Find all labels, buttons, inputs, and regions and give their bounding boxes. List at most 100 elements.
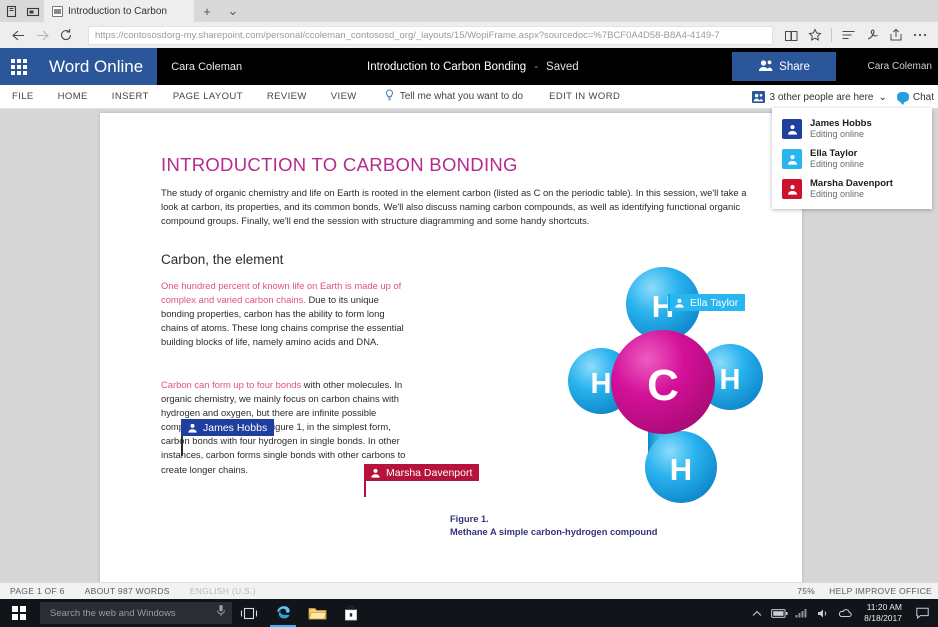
search-input[interactable]: Search the web and Windows: [40, 602, 232, 624]
people-panel-row[interactable]: Ella Taylor Editing online: [772, 144, 932, 174]
people-here-dropdown[interactable]: 3 other people are here ⌄: [751, 91, 887, 103]
search-placeholder: Search the web and Windows: [50, 607, 176, 619]
taskbar-clock[interactable]: 11:20 AM 8/18/2017: [856, 602, 910, 624]
task-view-icon[interactable]: [232, 599, 266, 627]
collaborator-avatar-icon: [370, 468, 381, 478]
figure-caption: Figure 1. Methane A simple carbon-hydrog…: [450, 513, 657, 539]
tell-me-label: Tell me what you want to do: [399, 91, 524, 102]
star-icon[interactable]: [803, 23, 827, 47]
ribbon-bar: FILE HOME INSERT PAGE LAYOUT REVIEW VIEW…: [0, 85, 938, 109]
edge-browser-icon[interactable]: [266, 599, 300, 627]
more-ellipsis-icon[interactable]: [908, 23, 932, 47]
microphone-icon[interactable]: [216, 604, 226, 622]
status-word-count[interactable]: ABOUT 987 WORDS: [75, 586, 180, 596]
person-name: Marsha Davenport: [810, 177, 893, 189]
status-zoom-level[interactable]: 75%: [797, 586, 815, 596]
title-separator: -: [534, 60, 539, 73]
back-arrow-icon[interactable]: [6, 23, 30, 47]
person-avatar-icon: [782, 179, 802, 199]
windows-taskbar: Search the web and Windows 11:20 AM 8/18…: [0, 599, 938, 627]
ribbon-tab-review[interactable]: REVIEW: [255, 85, 319, 109]
app-launcher-waffle-icon[interactable]: [0, 48, 37, 85]
action-center-icon[interactable]: [910, 599, 934, 627]
ribbon-tab-file[interactable]: FILE: [0, 85, 46, 109]
document-page[interactable]: INTRODUCTION TO CARBON BONDING The study…: [100, 113, 802, 582]
collaborator-tag: James Hobbs: [183, 419, 275, 436]
header-account-name-right[interactable]: Cara Coleman: [868, 48, 932, 85]
person-avatar-icon: [782, 149, 802, 169]
header-account-name[interactable]: Cara Coleman: [157, 61, 242, 73]
svg-text:H: H: [591, 368, 612, 400]
tab-dropdown-chevron-icon[interactable]: ⌄: [220, 0, 246, 22]
word-online-header: Word Online Cara Coleman Introduction to…: [0, 48, 938, 85]
tab-favicon-icon: [52, 5, 63, 17]
paragraph-3-highlight: Carbon can form up to four bonds: [161, 379, 302, 390]
collaborator-avatar-icon: [187, 423, 198, 433]
status-bar-right: 75% HELP IMPROVE OFFICE: [797, 586, 932, 596]
document-subheading: Carbon, the element: [161, 252, 284, 267]
new-tab-button[interactable]: +: [194, 0, 220, 22]
ribbon-tab-home[interactable]: HOME: [46, 85, 100, 109]
tabs-you-set-aside-icon[interactable]: [22, 0, 44, 22]
svg-text:H: H: [720, 364, 741, 396]
reading-view-icon[interactable]: [779, 23, 803, 47]
web-note-pen-icon[interactable]: [860, 23, 884, 47]
network-icon[interactable]: [790, 599, 812, 627]
show-hidden-icons-chevron[interactable]: [746, 599, 768, 627]
chat-bubble-icon: [896, 92, 909, 105]
chat-button[interactable]: Chat: [896, 91, 934, 105]
collaborator-cursor-ella-taylor: Ella Taylor: [668, 294, 746, 311]
person-name: Ella Taylor: [810, 147, 858, 159]
share-icon[interactable]: [884, 23, 908, 47]
word-status-bar: PAGE 1 OF 6 ABOUT 987 WORDS ENGLISH (U.S…: [0, 582, 938, 599]
store-icon[interactable]: [334, 599, 368, 627]
windows-start-icon[interactable]: [0, 599, 38, 627]
onedrive-sync-icon[interactable]: [834, 599, 856, 627]
ribbon-tab-page-layout[interactable]: PAGE LAYOUT: [161, 85, 255, 109]
edit-in-word-button[interactable]: EDIT IN WORD: [535, 91, 634, 102]
people-panel-row[interactable]: James Hobbs Editing online: [772, 114, 932, 144]
toolbar-divider: [831, 28, 832, 42]
person-status: Editing online: [810, 159, 865, 170]
share-button[interactable]: Share: [732, 52, 836, 81]
collaborator-cursor-marsha-davenport: Marsha Davenport: [364, 464, 480, 497]
person-status: Editing online: [810, 189, 865, 200]
status-language[interactable]: ENGLISH (U.S.): [180, 586, 266, 596]
collaborator-cursor-james-hobbs: James Hobbs: [181, 419, 275, 456]
share-person-icon: [758, 59, 773, 75]
figure-description: Methane A simple carbon-hydrogen compoun…: [450, 527, 658, 537]
people-panel-row[interactable]: Marsha Davenport Editing online: [772, 174, 932, 204]
tell-me-search[interactable]: Tell me what you want to do: [369, 89, 535, 104]
figure-number: Figure 1.: [450, 514, 489, 524]
ribbon-right-actions: 3 other people are here ⌄ Chat: [751, 85, 934, 109]
hub-icon[interactable]: [836, 23, 860, 47]
address-bar[interactable]: https://contososdorg-my.sharepoint.com/p…: [88, 25, 773, 45]
system-tray: 11:20 AM 8/18/2017: [746, 599, 938, 627]
person-avatar-icon: [782, 119, 802, 139]
file-explorer-icon[interactable]: [300, 599, 334, 627]
collaborator-name: Marsha Davenport: [386, 466, 473, 479]
document-paragraph-2: One hundred percent of known life on Ear…: [161, 279, 414, 349]
status-help-improve-office[interactable]: HELP IMPROVE OFFICE: [829, 586, 932, 596]
collaborator-caret-line: [364, 481, 366, 497]
browser-toolbar-actions: [779, 23, 932, 47]
svg-text:C: C: [647, 361, 679, 410]
collaborator-name: James Hobbs: [203, 421, 268, 434]
chat-label: Chat: [912, 91, 934, 103]
browser-tab-strip: Introduction to Carbon + ⌄: [0, 0, 938, 22]
document-heading: INTRODUCTION TO CARBON BONDING: [161, 154, 518, 175]
document-title[interactable]: Introduction to Carbon Bonding: [367, 61, 526, 73]
collaborator-avatar-icon: [674, 298, 685, 308]
word-online-brand[interactable]: Word Online: [37, 48, 158, 85]
collaborator-caret-line: [181, 436, 183, 456]
refresh-icon[interactable]: [54, 23, 78, 47]
browser-tab[interactable]: Introduction to Carbon: [44, 0, 194, 22]
forward-arrow-icon[interactable]: [30, 23, 54, 47]
set-aside-tabs-icon[interactable]: [0, 0, 22, 22]
volume-icon[interactable]: [812, 599, 834, 627]
status-page-count[interactable]: PAGE 1 OF 6: [0, 586, 75, 596]
ribbon-tab-insert[interactable]: INSERT: [100, 85, 161, 109]
share-button-label: Share: [779, 60, 810, 73]
ribbon-tab-view[interactable]: VIEW: [319, 85, 369, 109]
battery-icon[interactable]: [768, 599, 790, 627]
